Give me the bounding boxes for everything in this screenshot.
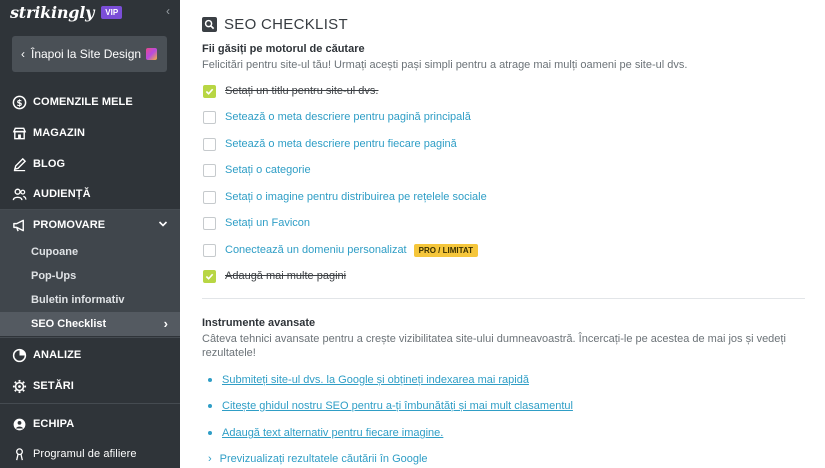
checklist-item[interactable]: Setează o meta descriere pentru pagină p… xyxy=(203,109,471,125)
tool-link-submit-google[interactable]: Submiteți site-ul dvs. la Google și obți… xyxy=(208,374,529,386)
strikingly-logo: strikingly xyxy=(10,2,95,22)
checklist-item[interactable]: Setează o meta descriere pentru fiecare … xyxy=(203,136,457,152)
section-description: Câteva tehnici avansate pentru a crește … xyxy=(202,333,786,359)
submenu-label: Buletin informativ xyxy=(31,294,125,306)
nav-blog[interactable]: BLOG xyxy=(0,149,180,179)
sidebar-divider xyxy=(0,337,180,338)
checklist-link[interactable]: Setați o categorie xyxy=(225,164,311,176)
gear-icon xyxy=(12,379,27,394)
checkbox-checked[interactable] xyxy=(203,84,216,98)
checkbox[interactable] xyxy=(203,243,216,257)
search-icon xyxy=(202,17,217,32)
checklist-item[interactable]: Setați un titlu pentru site-ul dvs. xyxy=(203,83,378,99)
bullet-icon xyxy=(208,404,212,408)
back-button-label: Înapoi la Site Design xyxy=(31,47,142,61)
checklist-item[interactable]: Setați o categorie xyxy=(203,162,311,178)
chevron-right-icon: › xyxy=(208,453,212,465)
checklist-link[interactable]: Conectează un domeniu personalizat xyxy=(225,244,407,256)
submenu-pop-ups[interactable]: Pop-Ups xyxy=(0,264,180,288)
nav-label: PROMOVARE xyxy=(33,219,106,231)
chevron-left-icon: ‹ xyxy=(21,47,25,61)
people-icon xyxy=(12,187,27,202)
nav-promovare[interactable]: PROMOVARE xyxy=(0,210,180,240)
chevron-down-icon xyxy=(158,219,168,232)
sidebar-divider xyxy=(0,403,180,404)
page-title: SEO CHECKLIST xyxy=(224,16,348,33)
svg-text:$: $ xyxy=(17,97,23,107)
nav-analize[interactable]: ANALIZE xyxy=(0,340,180,370)
nav-programul-de-afiliere[interactable]: Programul de afiliere xyxy=(0,439,180,468)
section-description: Felicitări pentru site-ul tău! Urmați ac… xyxy=(202,59,688,71)
submenu-cupoane[interactable]: Cupoane xyxy=(0,240,180,264)
checkbox[interactable] xyxy=(203,190,216,204)
checklist-item[interactable]: Conectează un domeniu personalizat PRO /… xyxy=(203,242,478,258)
nav-label: BLOG xyxy=(33,158,66,170)
back-to-site-design-button[interactable]: ‹ Înapoi la Site Design xyxy=(12,36,167,72)
nav-label: MAGAZIN xyxy=(33,127,86,139)
collapse-sidebar-icon[interactable]: ‹ xyxy=(166,4,170,18)
nav-label: ANALIZE xyxy=(33,349,82,361)
section-title-search-engine: Fii găsiți pe motorul de căutare xyxy=(202,43,365,55)
preview-label[interactable]: Previzualizați rezultatele căutării în G… xyxy=(220,453,428,465)
vip-badge: VIP xyxy=(101,5,123,19)
page-header: SEO CHECKLIST xyxy=(202,16,348,33)
checklist-item[interactable]: Adaugă mai multe pagini xyxy=(203,268,346,284)
tool-link-alt-text[interactable]: Adaugă text alternativ pentru fiecare im… xyxy=(208,427,443,439)
checkbox[interactable] xyxy=(203,110,216,124)
nav-audienta[interactable]: AUDIENȚĂ xyxy=(0,179,180,209)
pie-chart-icon xyxy=(12,348,27,363)
submenu-label: Cupoane xyxy=(31,246,79,258)
checklist-link[interactable]: Setați un Favicon xyxy=(225,217,310,229)
tool-link-label[interactable]: Citește ghidul nostru SEO pentru a-ți îm… xyxy=(222,400,573,412)
checkbox[interactable] xyxy=(203,163,216,177)
tool-link-label[interactable]: Adaugă text alternativ pentru fiecare im… xyxy=(222,427,443,439)
checklist-link[interactable]: Setați o imagine pentru distribuirea pe … xyxy=(225,191,487,203)
checklist-label[interactable]: Setați un titlu pentru site-ul dvs. xyxy=(225,85,378,97)
section-title-advanced-tools: Instrumente avansate xyxy=(202,317,316,329)
tool-link-label[interactable]: Submiteți site-ul dvs. la Google și obți… xyxy=(222,374,529,386)
nav-label: ECHIPA xyxy=(33,418,75,430)
palette-icon xyxy=(146,48,157,60)
pro-limited-badge: PRO / LIMITAT xyxy=(413,243,478,257)
chevron-right-icon: › xyxy=(163,316,168,331)
pen-icon xyxy=(12,157,27,172)
sidebar: strikingly VIP ‹ ‹ Înapoi la Site Design… xyxy=(0,0,180,468)
submenu-buletin-informativ[interactable]: Buletin informativ xyxy=(0,288,180,312)
team-icon xyxy=(12,417,27,432)
checklist-item[interactable]: Setați o imagine pentru distribuirea pe … xyxy=(203,189,487,205)
checkbox[interactable] xyxy=(203,137,216,151)
nav-magazin[interactable]: MAGAZIN xyxy=(0,118,180,148)
submenu-label: SEO Checklist xyxy=(31,318,107,330)
dollar-circle-icon: $ xyxy=(12,95,27,110)
megaphone-icon xyxy=(12,218,27,233)
nav-label: Programul de afiliere xyxy=(33,448,137,460)
checklist-link[interactable]: Setează o meta descriere pentru pagină p… xyxy=(225,111,471,123)
checklist-label[interactable]: Adaugă mai multe pagini xyxy=(225,270,346,282)
brand[interactable]: strikingly VIP xyxy=(10,2,123,22)
nav-label: COMENZILE MELE xyxy=(33,96,133,108)
bullet-icon xyxy=(208,431,212,435)
nav-label: SETĂRI xyxy=(33,380,74,392)
preview-google-results-toggle[interactable]: › Previzualizați rezultatele căutării în… xyxy=(208,453,428,465)
store-icon xyxy=(12,126,27,141)
checkbox[interactable] xyxy=(203,216,216,230)
nav-comenzile-mele[interactable]: $ COMENZILE MELE xyxy=(0,87,180,117)
nav-setari[interactable]: SETĂRI xyxy=(0,371,180,401)
checkbox-checked[interactable] xyxy=(203,269,216,283)
submenu-label: Pop-Ups xyxy=(31,270,77,282)
nav-echipa[interactable]: ECHIPA xyxy=(0,409,180,439)
affiliate-icon xyxy=(12,447,27,462)
bullet-icon xyxy=(208,378,212,382)
checklist-item[interactable]: Setați un Favicon xyxy=(203,215,310,231)
section-divider xyxy=(202,298,805,299)
nav-label: AUDIENȚĂ xyxy=(33,188,91,200)
main-content: SEO CHECKLIST Fii găsiți pe motorul de c… xyxy=(180,0,825,468)
submenu-seo-checklist[interactable]: SEO Checklist › xyxy=(0,312,180,336)
checklist-link[interactable]: Setează o meta descriere pentru fiecare … xyxy=(225,138,457,150)
tool-link-seo-guide[interactable]: Citește ghidul nostru SEO pentru a-ți îm… xyxy=(208,400,573,412)
